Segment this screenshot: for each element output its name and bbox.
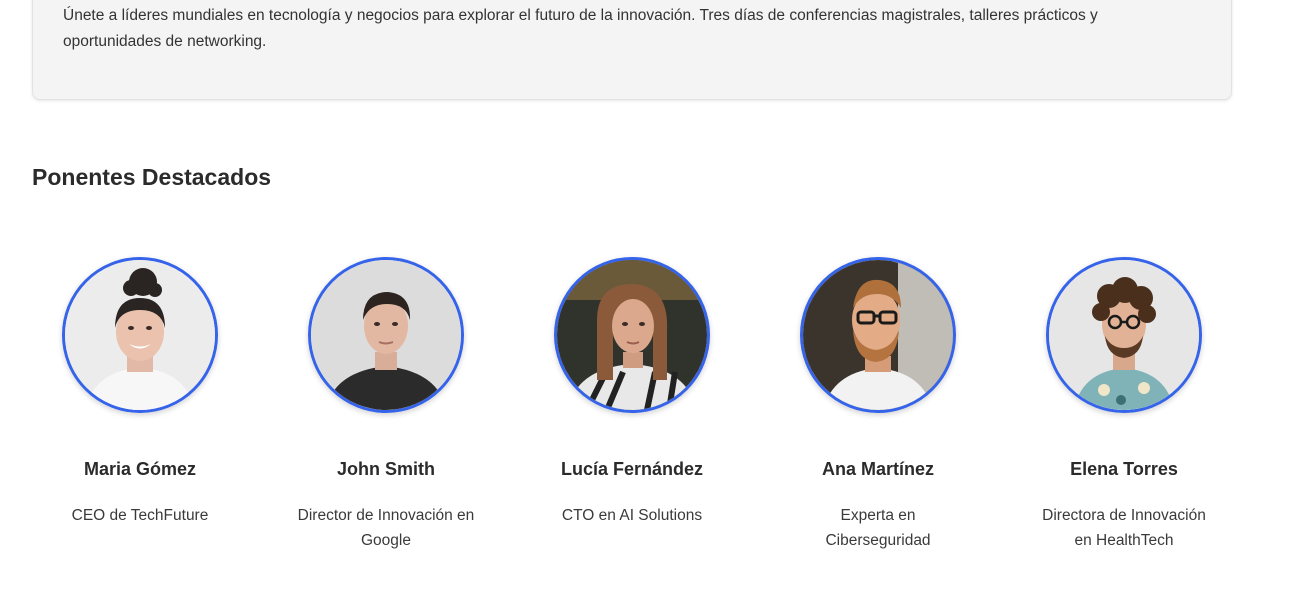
speaker-card: Lucía Fernández CTO en AI Solutions [509,257,755,553]
page: Únete a líderes mundiales en tecnología … [0,0,1302,590]
speaker-photo [62,257,218,413]
speaker-role: Directora de Innovación en HealthTech [1042,507,1206,549]
speaker-role: Director de Innovación en Google [297,507,475,549]
speaker-role: CEO de TechFuture [71,507,209,524]
speaker-card: Elena Torres Directora de Innovación en … [1001,257,1247,553]
speaker-role: Experta en Ciberseguridad [825,507,931,549]
speaker-photo [1046,257,1202,413]
speaker-role: CTO en AI Solutions [561,507,703,524]
speaker-name: Elena Torres [1070,459,1178,479]
speaker-name: Lucía Fernández [560,459,704,479]
speaker-card: Maria Gómez CEO de TechFuture [17,257,263,553]
event-description: Únete a líderes mundiales en tecnología … [63,7,1098,50]
speakers-grid: Maria Gómez CEO de TechFuture John Smith… [17,257,1247,553]
speakers-section-title: Ponentes Destacados [32,164,272,190]
speaker-name: Maria Gómez [83,459,197,479]
speaker-card: Ana Martínez Experta en Ciberseguridad [755,257,1001,553]
speaker-photo [308,257,464,413]
speaker-card: John Smith Director de Innovación en Goo… [263,257,509,553]
speaker-photo [800,257,956,413]
event-intro-card: Únete a líderes mundiales en tecnología … [32,0,1232,100]
speaker-photo [554,257,710,413]
speaker-name: Ana Martínez [821,459,935,479]
speaker-name: John Smith [337,459,435,479]
